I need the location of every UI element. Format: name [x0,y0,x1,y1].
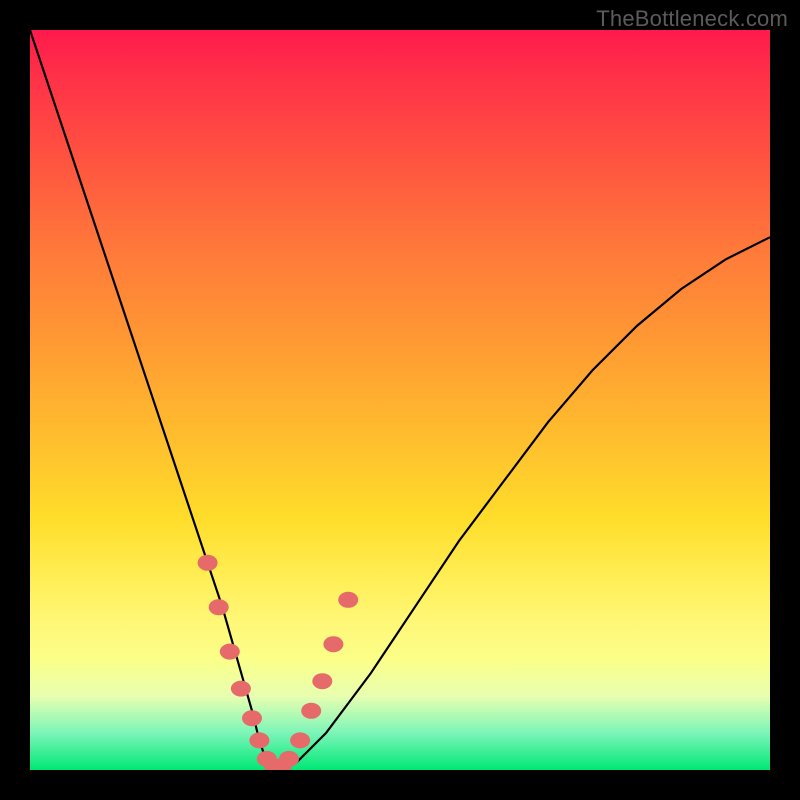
plot-area [30,30,770,770]
highlight-dot [323,636,343,652]
highlight-dot [312,673,332,689]
highlight-dot [338,592,358,608]
highlight-dot [242,710,262,726]
highlight-dot [209,599,229,615]
chart-svg [30,30,770,770]
highlight-dot [290,732,310,748]
highlight-dot [279,751,299,767]
highlight-dots-group [198,555,359,770]
highlight-dot [220,644,240,660]
bottleneck-curve-path [30,30,770,770]
highlight-dot [301,703,321,719]
watermark-text: TheBottleneck.com [596,6,788,32]
highlight-dot [249,732,269,748]
curve-line [30,30,770,770]
highlight-dot [198,555,218,571]
chart-frame: TheBottleneck.com [0,0,800,800]
highlight-dot [231,681,251,697]
